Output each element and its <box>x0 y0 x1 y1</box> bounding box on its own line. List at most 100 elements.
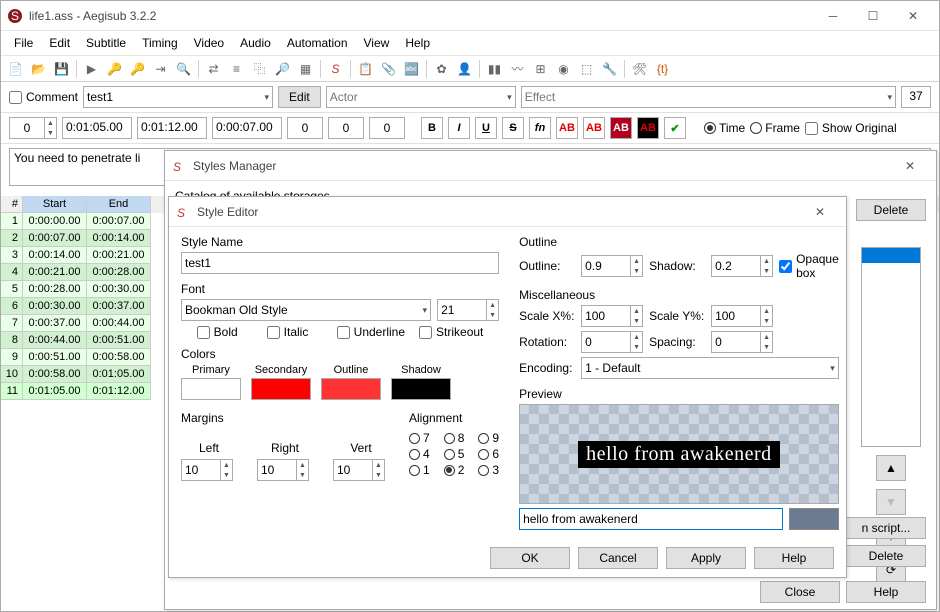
tool4-icon[interactable]: 〰 <box>507 58 528 79</box>
save-icon[interactable]: 💾 <box>51 58 72 79</box>
style-select[interactable]: test1▾ <box>83 86 273 108</box>
se-help-button[interactable]: Help <box>754 547 834 569</box>
font-size-spin[interactable]: ▲▼ <box>487 299 499 321</box>
opaque-checkbox[interactable]: Opaque box <box>779 252 839 280</box>
encoding-select[interactable]: 1 - Default▾ <box>581 357 839 379</box>
resample-icon[interactable]: ◉ <box>553 58 574 79</box>
seek-icon[interactable]: ⇥ <box>150 58 171 79</box>
align-6[interactable]: 6 <box>478 447 499 461</box>
menu-subtitle[interactable]: Subtitle <box>79 33 133 53</box>
menu-timing[interactable]: Timing <box>135 33 185 53</box>
color3-button[interactable]: AB <box>610 117 632 139</box>
align-8[interactable]: 8 <box>444 431 465 445</box>
align-7[interactable]: 7 <box>409 431 430 445</box>
duration[interactable]: 0:00:07.00 <box>212 117 282 139</box>
tool2-icon[interactable]: ✿ <box>431 58 452 79</box>
assistant-icon[interactable]: 👤 <box>454 58 475 79</box>
tool7-icon[interactable]: 🔧 <box>599 58 620 79</box>
move-down-button[interactable]: ▼ <box>876 489 906 515</box>
primary-color[interactable] <box>181 378 241 400</box>
commit-button[interactable]: ✔ <box>664 117 686 139</box>
bold-button[interactable]: B <box>421 117 443 139</box>
styles-icon[interactable]: S <box>325 58 346 79</box>
margin-left-input[interactable] <box>181 459 221 481</box>
sort-icon[interactable]: ≡ <box>226 58 247 79</box>
secondary-color[interactable] <box>251 378 311 400</box>
maximize-button[interactable]: ☐ <box>853 5 893 27</box>
video-open-icon[interactable]: ▶ <box>81 58 102 79</box>
italic-checkbox[interactable]: Italic <box>267 325 323 339</box>
preview-bgcolor[interactable] <box>789 508 839 530</box>
scalex-input[interactable] <box>581 305 631 327</box>
tool5-icon[interactable]: ⊞ <box>530 58 551 79</box>
bold-checkbox[interactable]: Bold <box>197 325 253 339</box>
margin-right-input[interactable] <box>257 459 297 481</box>
show-original-checkbox[interactable]: Show Original <box>805 121 897 135</box>
menu-audio[interactable]: Audio <box>233 33 278 53</box>
margin-vert-input[interactable] <box>333 459 373 481</box>
spacing-input[interactable] <box>711 331 761 353</box>
margin-v[interactable]: 0 <box>369 117 405 139</box>
font-name-select[interactable]: Bookman Old Style▾ <box>181 299 431 321</box>
settings-icon[interactable]: 🛠 <box>629 58 650 79</box>
menu-help[interactable]: Help <box>398 33 437 53</box>
font-collector-icon[interactable]: 🔤 <box>401 58 422 79</box>
key2-icon[interactable]: 🔑 <box>127 58 148 79</box>
italic-button[interactable]: I <box>448 117 470 139</box>
shift-icon[interactable]: ⇄ <box>203 58 224 79</box>
align-4[interactable]: 4 <box>409 447 430 461</box>
minimize-button[interactable]: ─ <box>813 5 853 27</box>
align-5[interactable]: 5 <box>444 447 465 461</box>
find-icon[interactable]: 🔎 <box>272 58 293 79</box>
sm-close-button[interactable]: Close <box>760 581 840 603</box>
storage-delete-button[interactable]: Delete <box>856 199 926 221</box>
rotation-input[interactable] <box>581 331 631 353</box>
start-time[interactable]: 0:01:05.00 <box>62 117 132 139</box>
apply-button[interactable]: Apply <box>666 547 746 569</box>
move-up-button[interactable]: ▲ <box>876 455 906 481</box>
style-editor-close[interactable]: ✕ <box>800 201 840 223</box>
layer-input[interactable]: 0 <box>9 117 45 139</box>
color2-button[interactable]: AB <box>583 117 605 139</box>
menu-automation[interactable]: Automation <box>280 33 355 53</box>
shadow-input[interactable] <box>711 255 761 277</box>
outline-color[interactable] <box>321 378 381 400</box>
layer-spin[interactable]: ▲▼ <box>45 117 57 139</box>
cancel-button[interactable]: Cancel <box>578 547 658 569</box>
style-delete-button[interactable]: Delete <box>846 545 926 567</box>
zoom-icon[interactable]: 🔍 <box>173 58 194 79</box>
menu-video[interactable]: Video <box>187 33 231 53</box>
time-radio[interactable]: Time <box>704 121 745 135</box>
font-button[interactable]: fn <box>529 117 551 139</box>
color1-button[interactable]: AB <box>556 117 578 139</box>
strikeout-checkbox[interactable]: Strikeout <box>419 325 483 339</box>
align-2[interactable]: 2 <box>444 463 465 477</box>
align-1[interactable]: 1 <box>409 463 430 477</box>
open-icon[interactable]: 📂 <box>28 58 49 79</box>
shadow-color[interactable] <box>391 378 451 400</box>
ok-button[interactable]: OK <box>490 547 570 569</box>
align-3[interactable]: 3 <box>478 463 499 477</box>
tool6-icon[interactable]: ⬚ <box>576 58 597 79</box>
tool3-icon[interactable]: ▮▮ <box>484 58 505 79</box>
menu-file[interactable]: File <box>7 33 40 53</box>
outline-input[interactable] <box>581 255 631 277</box>
tag-icon[interactable]: {t} <box>652 58 673 79</box>
dup-icon[interactable]: ⿻ <box>249 58 270 79</box>
actor-select[interactable]: Actor▾ <box>326 86 516 108</box>
comment-checkbox[interactable]: Comment <box>9 90 78 104</box>
attach-icon[interactable]: 📎 <box>378 58 399 79</box>
edit-style-button[interactable]: Edit <box>278 86 321 108</box>
frame-radio[interactable]: Frame <box>750 121 800 135</box>
effect-select[interactable]: Effect▾ <box>521 86 896 108</box>
font-size-input[interactable] <box>437 299 487 321</box>
styles-listbox[interactable] <box>861 247 921 447</box>
tool1-icon[interactable]: 📋 <box>355 58 376 79</box>
strike-button[interactable]: S <box>502 117 524 139</box>
copy-to-script-button[interactable]: n script... <box>846 517 926 539</box>
close-button[interactable]: ✕ <box>893 5 933 27</box>
styles-manager-close[interactable]: ✕ <box>890 155 930 177</box>
underline-checkbox[interactable]: Underline <box>337 325 405 339</box>
menu-edit[interactable]: Edit <box>42 33 77 53</box>
scaley-input[interactable] <box>711 305 761 327</box>
